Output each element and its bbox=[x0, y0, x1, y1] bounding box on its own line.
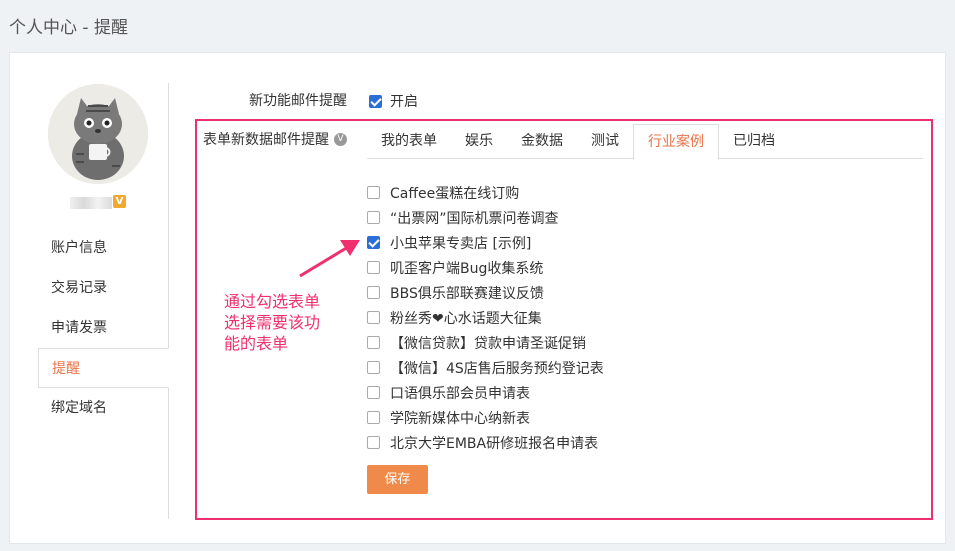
sidebar-item-reminders[interactable]: 提醒 bbox=[38, 348, 169, 388]
form-checkbox-list: Caffee蛋糕在线订购 “出票网”国际机票问卷调查 小虫苹果专卖店 [示例] … bbox=[367, 180, 604, 455]
form-label: 口语俱乐部会员申请表 bbox=[390, 385, 530, 402]
list-item[interactable]: 学院新媒体中心纳新表 bbox=[367, 405, 604, 430]
form-label: BBS俱乐部联赛建议反馈 bbox=[390, 285, 544, 302]
list-item[interactable]: “出票网”国际机票问卷调查 bbox=[367, 205, 604, 230]
list-item[interactable]: 北京大学EMBA研修班报名申请表 bbox=[367, 430, 604, 455]
form-checkbox[interactable] bbox=[367, 236, 380, 249]
list-item[interactable]: Caffee蛋糕在线订购 bbox=[367, 180, 604, 205]
username: V bbox=[70, 195, 126, 209]
sidebar-item-account[interactable]: 账户信息 bbox=[38, 228, 169, 268]
form-checkbox[interactable] bbox=[367, 411, 380, 424]
list-item[interactable]: 【微信】4S店售后服务预约登记表 bbox=[367, 355, 604, 380]
annotation-line-1: 通过勾选表单 bbox=[224, 292, 321, 311]
list-item[interactable]: 粉丝秀❤心水话题大征集 bbox=[367, 305, 604, 330]
cat-illustration bbox=[48, 84, 148, 184]
tab-jinshuju[interactable]: 金数据 bbox=[507, 124, 577, 159]
tab-archived[interactable]: 已归档 bbox=[719, 124, 789, 159]
tab-test[interactable]: 测试 bbox=[577, 124, 633, 159]
form-label: 【微信】4S店售后服务预约登记表 bbox=[390, 360, 604, 377]
annotation-arrow-icon bbox=[299, 240, 360, 278]
form-checkbox[interactable] bbox=[367, 436, 380, 449]
username-blurred bbox=[70, 197, 112, 209]
form-label: “出票网”国际机票问卷调查 bbox=[390, 210, 559, 227]
list-item[interactable]: 【微信贷款】贷款申请圣诞促销 bbox=[367, 330, 604, 355]
form-label: 叽歪客户端Bug收集系统 bbox=[390, 260, 544, 277]
sidebar-nav: 账户信息 交易记录 申请发票 提醒 绑定域名 bbox=[38, 228, 169, 428]
avatar[interactable] bbox=[48, 84, 148, 184]
form-checkbox[interactable] bbox=[367, 286, 380, 299]
form-label: Caffee蛋糕在线订购 bbox=[390, 185, 520, 202]
annotation-line-2: 选择需要该功 bbox=[224, 313, 321, 332]
list-item[interactable]: 口语俱乐部会员申请表 bbox=[367, 380, 604, 405]
form-label: 粉丝秀❤心水话题大征集 bbox=[390, 310, 542, 327]
tab-my-forms[interactable]: 我的表单 bbox=[367, 124, 451, 159]
page-title: 个人中心 - 提醒 bbox=[9, 18, 128, 38]
annotation-text: 通过勾选表单 选择需要该功 能的表单 bbox=[224, 291, 344, 354]
sidebar-item-domain[interactable]: 绑定域名 bbox=[38, 388, 169, 428]
form-checkbox[interactable] bbox=[367, 386, 380, 399]
form-checkbox[interactable] bbox=[367, 261, 380, 274]
list-item[interactable]: 小虫苹果专卖店 [示例] bbox=[367, 230, 604, 255]
form-data-email-text: 表单新数据邮件提醒 bbox=[203, 132, 329, 148]
tab-industry-cases[interactable]: 行业案例 bbox=[633, 124, 719, 160]
open-label: 开启 bbox=[390, 94, 418, 110]
new-feature-email-label: 新功能邮件提醒 bbox=[249, 93, 347, 109]
list-item[interactable]: BBS俱乐部联赛建议反馈 bbox=[367, 280, 604, 305]
annotation-line-3: 能的表单 bbox=[224, 334, 289, 353]
form-label: 【微信贷款】贷款申请圣诞促销 bbox=[390, 335, 586, 352]
form-tabs: 我的表单 娱乐 金数据 测试 行业案例 已归档 bbox=[367, 124, 923, 160]
list-item[interactable]: 叽歪客户端Bug收集系统 bbox=[367, 255, 604, 280]
form-label: 小虫苹果专卖店 [示例] bbox=[390, 235, 532, 252]
form-checkbox[interactable] bbox=[367, 361, 380, 374]
open-checkbox-row[interactable]: 开启 bbox=[369, 91, 418, 111]
form-label: 学院新媒体中心纳新表 bbox=[390, 410, 530, 427]
form-checkbox[interactable] bbox=[367, 186, 380, 199]
tab-entertainment[interactable]: 娱乐 bbox=[451, 124, 507, 159]
vip-badge: V bbox=[113, 195, 126, 208]
form-checkbox[interactable] bbox=[367, 311, 380, 324]
main-panel: V 账户信息 交易记录 申请发票 提醒 绑定域名 新功能邮件提醒 开启 表单新数… bbox=[9, 52, 946, 544]
form-checkbox[interactable] bbox=[367, 336, 380, 349]
open-checkbox[interactable] bbox=[369, 94, 382, 108]
save-button[interactable]: 保存 bbox=[367, 465, 428, 494]
form-checkbox[interactable] bbox=[367, 211, 380, 224]
form-label: 北京大学EMBA研修班报名申请表 bbox=[390, 435, 599, 452]
sidebar-item-transactions[interactable]: 交易记录 bbox=[38, 268, 169, 308]
sidebar-item-invoice[interactable]: 申请发票 bbox=[38, 308, 169, 348]
form-data-email-label: 表单新数据邮件提醒 V bbox=[203, 129, 347, 149]
info-icon[interactable]: V bbox=[334, 132, 347, 146]
